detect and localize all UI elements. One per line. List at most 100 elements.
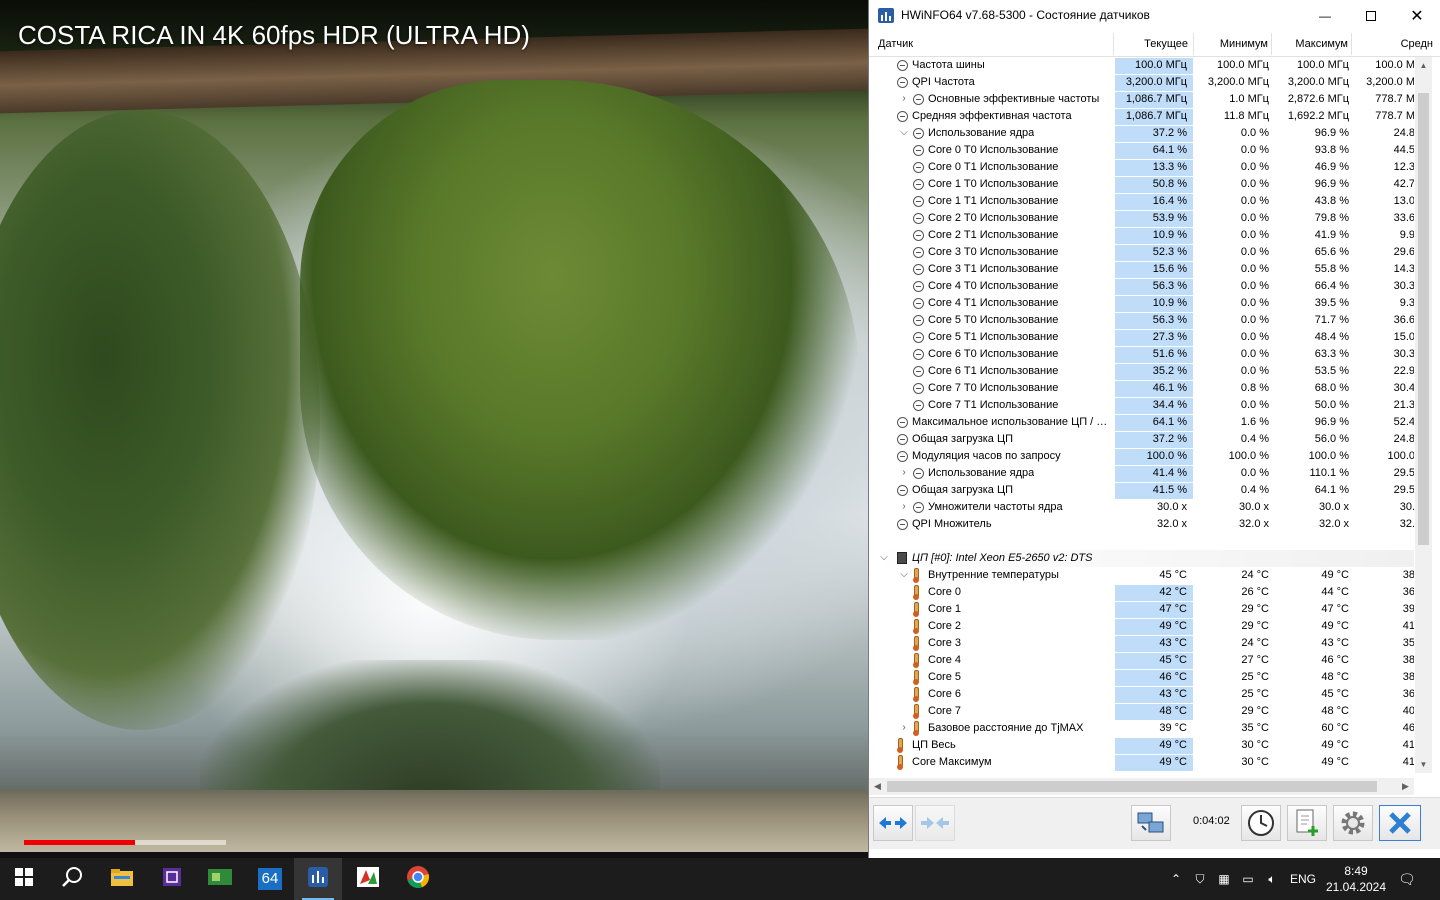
sensor-row[interactable]: ЦП Весь 49 °C 30 °C 49 °C 41	[869, 737, 1414, 754]
sensor-row[interactable]: Частота шины 100.0 МГц 100.0 МГц 100.0 МГц 1…	[869, 57, 1414, 74]
close-sensors-button[interactable]	[1379, 805, 1421, 841]
vertical-scrollbar[interactable]: ▲ ▼	[1415, 57, 1432, 773]
scroll-left-icon[interactable]: ◀	[869, 778, 886, 795]
taskbar-app[interactable]	[394, 858, 442, 900]
sensor-row[interactable]: Core 7 T0 Использование 46.1 % 0.8 % 68.0 %…	[869, 380, 1414, 397]
scroll-up-icon[interactable]: ▲	[1415, 57, 1432, 74]
video-progress-bar[interactable]	[24, 840, 226, 845]
scroll-right-icon[interactable]: ▶	[1397, 778, 1414, 795]
scroll-down-icon[interactable]: ▼	[1415, 756, 1432, 773]
sensor-row[interactable]: Максимальное использование ЦП / п... 64.1…	[869, 414, 1414, 431]
taskbar-app[interactable]	[0, 858, 48, 900]
reset-timer-button[interactable]	[1241, 805, 1281, 841]
horizontal-scrollbar[interactable]: ◀ ▶	[869, 778, 1414, 795]
chevron-right-icon[interactable]: ›	[899, 467, 909, 479]
sensor-row[interactable]: Core 3 T0 Использование 52.3 % 0.0 % 65.6 %…	[869, 244, 1414, 261]
language-indicator[interactable]: ENG	[1290, 872, 1316, 886]
collapse-columns-button[interactable]	[915, 805, 955, 841]
sensor-row[interactable]: ⌵ Использование ядра 37.2 % 0.0 % 96.9 % 24.8	[869, 125, 1414, 142]
sensor-row[interactable]: › Использование ядра 41.4 % 0.0 % 110.1 % 29.…	[869, 465, 1414, 482]
sensor-row[interactable]: Средняя эффективная частота 1,086.7 МГц 11…	[869, 108, 1414, 125]
sensor-row[interactable]: Core 6 T1 Использование 35.2 % 0.0 % 53.5 %…	[869, 363, 1414, 380]
sensor-row[interactable]	[869, 533, 1414, 550]
sensor-row[interactable]: QPI Частота 3,200.0 МГц 3,200.0 МГц 3,200.0…	[869, 74, 1414, 91]
sensor-row[interactable]: Core 7 48 °C 29 °C 48 °C 40	[869, 703, 1414, 720]
taskbar-app[interactable]	[344, 858, 392, 900]
sensor-row[interactable]: Core 1 T1 Использование 16.4 % 0.0 % 43.8 %…	[869, 193, 1414, 210]
sensor-row[interactable]: Core 5 46 °C 25 °C 48 °C 38	[869, 669, 1414, 686]
notifications-icon[interactable]: 🗨︎	[1398, 871, 1416, 887]
tray-overflow-icon[interactable]: ⌃	[1168, 872, 1184, 886]
sensor-row[interactable]: Core 1 T0 Использование 50.8 % 0.0 % 96.9 %…	[869, 176, 1414, 193]
taskbar-app[interactable]	[48, 858, 96, 900]
sensor-row[interactable]: Core 3 43 °C 24 °C 43 °C 35	[869, 635, 1414, 652]
network-button[interactable]	[1131, 805, 1171, 841]
thermometer-icon	[913, 704, 919, 719]
network-tray-icon[interactable]: ▭	[1240, 872, 1256, 886]
sensor-row[interactable]: Core 4 T1 Использование 10.9 % 0.0 % 39.5 %…	[869, 295, 1414, 312]
scroll-thumb[interactable]	[1418, 93, 1429, 545]
sensor-row[interactable]: Core 2 T1 Использование 10.9 % 0.0 % 41.9 %…	[869, 227, 1414, 244]
sensor-row[interactable]: Модуляция часов по запросу 100.0 % 100.0 %…	[869, 448, 1414, 465]
sensor-row[interactable]: Core 0 T0 Использование 64.1 % 0.0 % 93.8 %…	[869, 142, 1414, 159]
sensor-row[interactable]: › Основные эффективные частоты 1,086.7 МГц…	[869, 91, 1414, 108]
sensor-row[interactable]: Core Максимум 49 °C 30 °C 49 °C 41	[869, 754, 1414, 771]
taskbar-app[interactable]	[294, 858, 342, 900]
chevron-right-icon[interactable]: ›	[899, 93, 909, 105]
column-divider[interactable]	[1271, 33, 1272, 55]
settings-button[interactable]	[1333, 805, 1373, 841]
sensor-row[interactable]: Core 5 T0 Использование 56.3 % 0.0 % 71.7 %…	[869, 312, 1414, 329]
expand-columns-button[interactable]	[873, 805, 913, 841]
taskbar-app[interactable]	[98, 858, 146, 900]
sensor-row[interactable]: Core 5 T1 Использование 27.3 % 0.0 % 48.4 %…	[869, 329, 1414, 346]
security-tray-icon[interactable]: ⛉	[1192, 872, 1208, 886]
sensor-row[interactable]: Общая загрузка ЦП 41.5 % 0.4 % 64.1 % 29.5	[869, 482, 1414, 499]
sensor-label: Core 2 T0 Использование	[928, 212, 1059, 224]
sensor-row[interactable]: Core 2 49 °C 29 °C 49 °C 41	[869, 618, 1414, 635]
sensor-row[interactable]: Core 7 T1 Использование 34.4 % 0.0 % 50.0 %…	[869, 397, 1414, 414]
ring-icon	[913, 281, 924, 292]
column-divider[interactable]	[1351, 33, 1352, 55]
maximize-button[interactable]	[1348, 0, 1394, 31]
sensor-row[interactable]: Core 4 T0 Использование 56.3 % 0.0 % 66.4 %…	[869, 278, 1414, 295]
sensor-row[interactable]: Core 4 45 °C 27 °C 46 °C 38	[869, 652, 1414, 669]
thermometer-icon	[913, 636, 919, 651]
chevron-down-icon[interactable]: ⌵	[899, 569, 909, 581]
add-report-button[interactable]	[1287, 805, 1327, 841]
chevron-down-icon[interactable]: ⌵	[879, 552, 889, 564]
sensor-row[interactable]: Core 6 43 °C 25 °C 45 °C 36	[869, 686, 1414, 703]
scroll-thumb-horizontal[interactable]	[887, 781, 1377, 792]
column-divider[interactable]	[1113, 33, 1114, 55]
sensor-row[interactable]: Общая загрузка ЦП 37.2 % 0.4 % 56.0 % 24.8	[869, 431, 1414, 448]
column-sensor[interactable]: Датчик	[878, 38, 913, 50]
chevron-right-icon[interactable]: ›	[899, 722, 909, 734]
window-titlebar[interactable]: HWiNFO64 v7.68-5300 - Состояние датчиков…	[869, 0, 1440, 31]
chevron-down-icon[interactable]: ⌵	[899, 127, 909, 139]
sensor-row[interactable]: ⌵ Внутренние температуры 45 °C 24 °C 49 °C 38	[869, 567, 1414, 584]
sensor-row[interactable]: › Умножители частоты ядра 30.0 x 30.0 x 30.0…	[869, 499, 1414, 516]
clock[interactable]: 8:49 21.04.2024	[1316, 863, 1396, 895]
sensor-row[interactable]: Core 1 47 °C 29 °C 47 °C 39	[869, 601, 1414, 618]
video-player[interactable]: COSTA RICA IN 4K 60fps HDR (ULTRA HD)	[0, 0, 868, 858]
taskbar-app[interactable]: 64	[246, 858, 294, 900]
sensor-row[interactable]: Core 0 T1 Использование 13.3 % 0.0 % 46.9 %…	[869, 159, 1414, 176]
column-min[interactable]: Минимум	[1195, 38, 1268, 50]
close-button[interactable]: ✕	[1394, 0, 1440, 31]
volume-icon[interactable]: 🔈︎	[1264, 872, 1280, 886]
taskbar-app[interactable]	[148, 858, 196, 900]
sensor-row[interactable]: Core 3 T1 Использование 15.6 % 0.0 % 55.8 %…	[869, 261, 1414, 278]
column-divider[interactable]	[1193, 33, 1194, 55]
column-current[interactable]: Текущее	[1115, 38, 1188, 50]
minimize-button[interactable]: —	[1302, 0, 1348, 31]
taskbar-app[interactable]	[196, 858, 244, 900]
chevron-right-icon[interactable]: ›	[899, 501, 909, 513]
sensor-row[interactable]: › Базовое расстояние до TjMAX 39 °C 35 °C 60…	[869, 720, 1414, 737]
sensor-row[interactable]: Core 0 42 °C 26 °C 44 °C 36	[869, 584, 1414, 601]
sensor-row[interactable]: QPI Множитель 32.0 x 32.0 x 32.0 x 32.	[869, 516, 1414, 533]
sensor-row[interactable]: Core 2 T0 Использование 53.9 % 0.0 % 79.8 %…	[869, 210, 1414, 227]
sensor-row[interactable]: Core 6 T0 Использование 51.6 % 0.0 % 63.3 %…	[869, 346, 1414, 363]
hwinfo-tray-icon[interactable]: ▦	[1216, 872, 1232, 886]
column-avg[interactable]: Средн	[1353, 38, 1433, 50]
column-max[interactable]: Максимум	[1273, 38, 1348, 50]
sensor-section-row[interactable]: ⌵ ЦП [#0]: Intel Xeon E5-2650 v2: DTS	[869, 550, 1414, 567]
